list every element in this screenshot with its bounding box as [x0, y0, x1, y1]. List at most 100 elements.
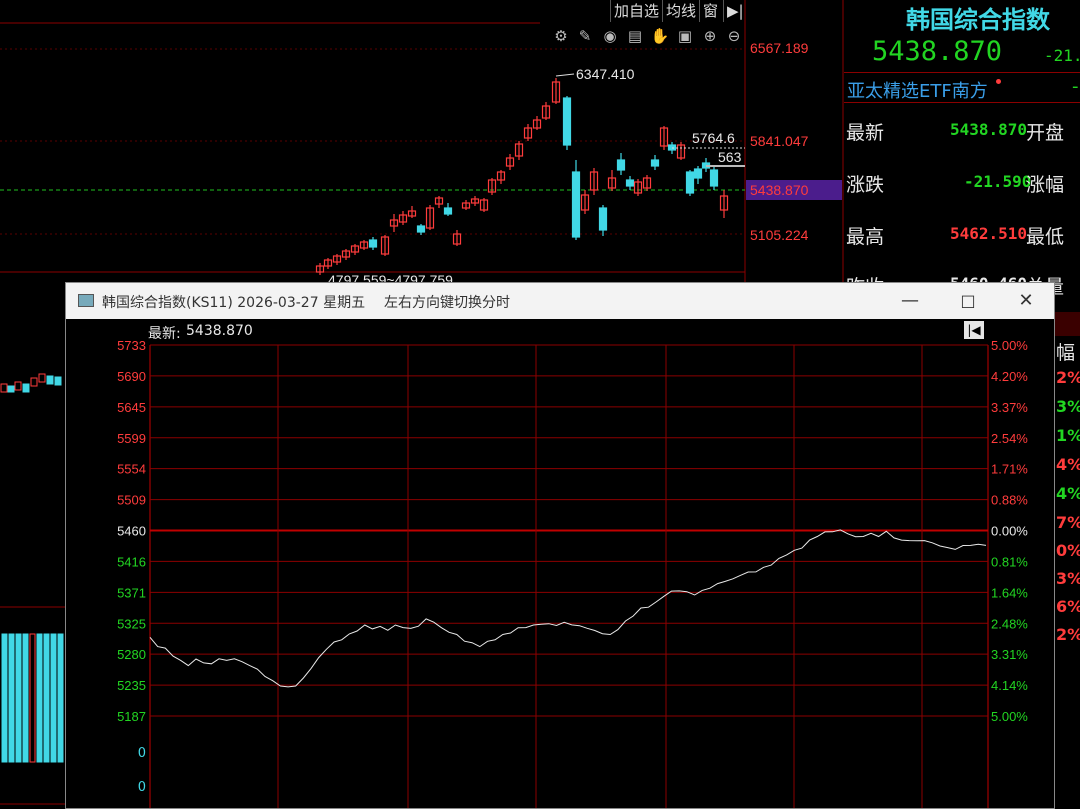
- row-pct-label: 涨幅: [1026, 174, 1065, 196]
- y-tick-right: 4.14%: [991, 678, 1028, 693]
- y-tick-left: 5690: [117, 369, 146, 384]
- candle-body: [46, 375, 54, 385]
- side-pct-value: 4%: [1056, 484, 1080, 503]
- y-tick-right: 3.37%: [991, 400, 1028, 415]
- current-price-label: 5438.870: [750, 182, 809, 198]
- y-tick-right: 2.54%: [991, 431, 1028, 446]
- candle-body: [625, 179, 635, 187]
- price-level-mid: 5841.047: [750, 133, 809, 149]
- price-level-low: 5105.224: [750, 227, 809, 243]
- quote-change: -21.5: [1044, 46, 1080, 65]
- etf-alert-dot: [996, 79, 1001, 84]
- y-tick-right: 1.64%: [991, 585, 1028, 600]
- y-tick-left: 5509: [117, 493, 146, 508]
- candle-body: [54, 376, 62, 386]
- zoom-out-icon[interactable]: ⊖: [724, 26, 744, 46]
- basket-icon[interactable]: ▤: [625, 26, 645, 46]
- row-low-label: 最低: [1026, 226, 1065, 248]
- index-name: 韩国综合指数: [906, 6, 1050, 34]
- side-pct-value: 2%: [1056, 625, 1080, 644]
- volume-bar: [8, 633, 15, 763]
- row-high-value: 5462.510: [950, 224, 1028, 243]
- side-pct-value: 2%: [1056, 368, 1080, 387]
- zoom-in-icon[interactable]: ⊕: [700, 26, 720, 46]
- row-high-label: 最高: [846, 226, 885, 248]
- y-tick-left: 5280: [117, 647, 146, 662]
- settings-icon[interactable]: ⚙: [551, 26, 571, 46]
- candle-body: [693, 168, 703, 179]
- y-tick-right: 0.81%: [991, 554, 1028, 569]
- y-tick-right: 0.00%: [991, 524, 1028, 539]
- row-latest-label: 最新: [846, 122, 885, 144]
- y-tick-left: 5325: [117, 616, 146, 631]
- eye-icon[interactable]: ◉: [600, 26, 620, 46]
- side-pct-value: 7%: [1056, 513, 1080, 532]
- row-open-label: 开盘: [1026, 122, 1065, 144]
- y-tick-right: 3.31%: [991, 647, 1028, 662]
- y-tick-right: 0.88%: [991, 493, 1028, 508]
- y-tick-left: 5235: [117, 678, 146, 693]
- price-level-top: 6567.189: [750, 40, 809, 56]
- candle-body: [685, 171, 695, 194]
- y-tick-right: 2.48%: [991, 616, 1028, 631]
- y-tick-left: 5733: [117, 338, 146, 353]
- side-pct-value: 4%: [1056, 455, 1080, 474]
- y-tick-right: 4.20%: [991, 369, 1028, 384]
- candle-body: [30, 377, 38, 387]
- y-tick-left: 5187: [117, 709, 146, 724]
- y-tick-left: 5645: [117, 400, 146, 415]
- volume-bar: [43, 633, 50, 763]
- volume-bar: [57, 633, 64, 763]
- candle-body: [368, 239, 378, 248]
- candle-body: [650, 159, 660, 167]
- marker-label-3: 563: [718, 149, 742, 165]
- volume-bar: [50, 633, 57, 763]
- side-pct-value: 3%: [1056, 569, 1080, 588]
- y-tick-right: 5.00%: [991, 709, 1028, 724]
- y-tick-right: 1.71%: [991, 462, 1028, 477]
- side-pct-value: 6%: [1056, 597, 1080, 616]
- candle-body: [571, 171, 581, 238]
- y-tick-right: 5.00%: [991, 338, 1028, 353]
- row-change-value: -21.590: [964, 172, 1032, 191]
- side-pct-value: 3%: [1056, 397, 1080, 416]
- volume-tick: 0: [138, 780, 146, 795]
- volume-tick: 0: [138, 746, 146, 761]
- y-tick-left: 5371: [117, 585, 146, 600]
- lock-icon[interactable]: ▣: [675, 26, 695, 46]
- intraday-window[interactable]: 韩国综合指数(KS11) 2026-03-27 星期五 左右方向键切换分时 — …: [65, 282, 1055, 809]
- y-tick-left: 5460: [117, 524, 146, 539]
- candle-body: [38, 373, 46, 383]
- collapse-panel-icon[interactable]: ▶|: [723, 0, 747, 22]
- candle-body: [598, 207, 608, 231]
- candle-body: [443, 207, 453, 215]
- candle-body: [14, 381, 22, 391]
- y-tick-left: 5554: [117, 462, 146, 477]
- volume-bar: [29, 633, 36, 763]
- marker-label-2: 5764.6: [692, 130, 735, 146]
- candle-body: [616, 159, 626, 171]
- row-change-label: 涨跌: [846, 174, 885, 196]
- y-tick-left: 5599: [117, 431, 146, 446]
- hand-icon[interactable]: ✋: [650, 26, 670, 46]
- etf-link[interactable]: 亚太精选ETF南方: [847, 77, 988, 103]
- volume-bar: [1, 633, 8, 763]
- draw-pen-icon[interactable]: ✎: [575, 26, 595, 46]
- candle-body: [22, 383, 30, 393]
- candle-body: [562, 97, 572, 146]
- row-latest-value: 5438.870: [950, 120, 1028, 139]
- ma-line-button[interactable]: 均线: [662, 0, 699, 22]
- candle-body: [416, 225, 426, 233]
- side-pct-value: 0%: [1056, 541, 1080, 560]
- window-button[interactable]: 窗: [699, 0, 721, 22]
- candle-body: [7, 385, 15, 393]
- candle-body: [0, 383, 8, 393]
- candle-body: [709, 169, 719, 187]
- price-line: [149, 529, 987, 688]
- volume-bar: [36, 633, 43, 763]
- side-fragment: 幅: [1056, 342, 1076, 364]
- volume-bar: [15, 633, 22, 763]
- add-watchlist-button[interactable]: 加自选: [610, 0, 662, 22]
- quote-price: 5438.870: [872, 36, 1003, 67]
- intraday-chart[interactable]: 5733 5.00% 5690 4.20% 5645 3.37% 5599 2.54% 5554…: [66, 283, 1054, 808]
